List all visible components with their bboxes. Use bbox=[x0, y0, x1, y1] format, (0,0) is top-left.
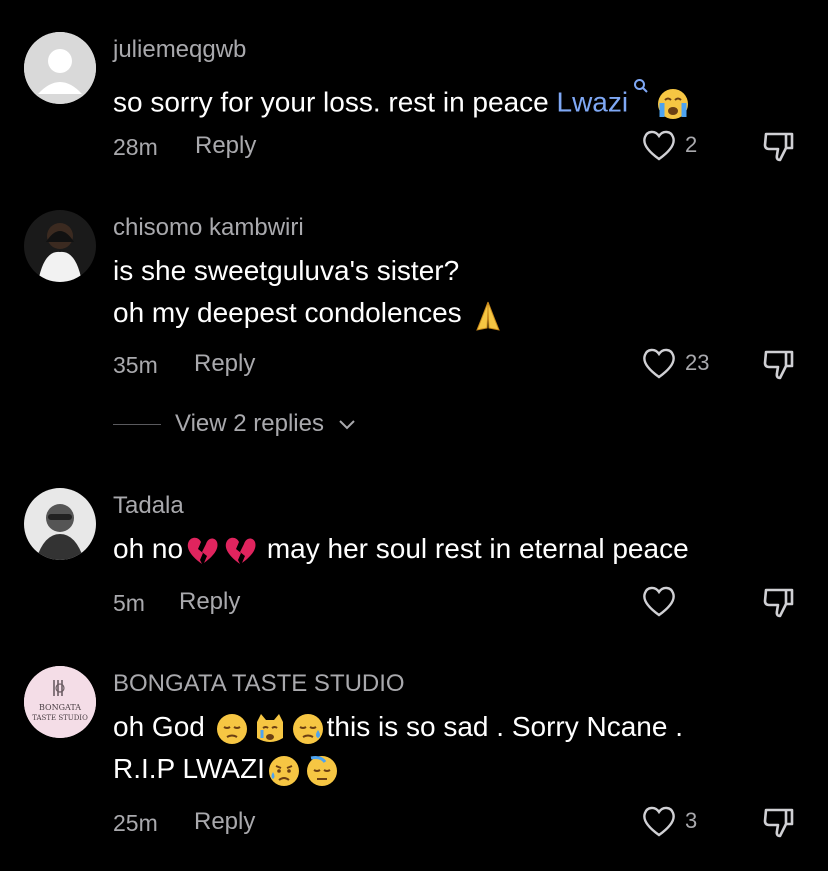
dislike-button[interactable] bbox=[762, 128, 798, 164]
reply-button[interactable]: Reply bbox=[194, 808, 255, 836]
view-replies-label: View 2 replies bbox=[175, 410, 324, 437]
dislike-button[interactable] bbox=[762, 804, 798, 840]
username[interactable]: chisomo kambwiri bbox=[113, 214, 304, 242]
broken-heart-emoji bbox=[185, 534, 219, 568]
svg-text:TASTE STUDIO: TASTE STUDIO bbox=[32, 714, 88, 722]
username[interactable]: BONGATA TASTE STUDIO bbox=[113, 670, 405, 698]
svg-text:BONGATA: BONGATA bbox=[39, 703, 81, 712]
search-icon[interactable] bbox=[628, 79, 654, 105]
logo-avatar: BONGATA TASTE STUDIO bbox=[24, 666, 96, 738]
profile-photo bbox=[24, 488, 96, 560]
like-button[interactable] bbox=[641, 584, 677, 618]
crying-face-emoji bbox=[656, 87, 690, 121]
downcast-sweat-emoji bbox=[305, 754, 339, 788]
comment-text-part: R.I.P LWAZI bbox=[113, 753, 265, 784]
comment-text: oh God this is so sad . Sorry Ncane . R.… bbox=[113, 706, 683, 790]
crying-cat-emoji bbox=[253, 712, 287, 746]
heart-icon bbox=[643, 806, 675, 837]
default-avatar-icon bbox=[24, 32, 96, 104]
heart-icon bbox=[643, 130, 675, 161]
like-count: 3 bbox=[685, 808, 698, 833]
like-count: 23 bbox=[685, 350, 710, 375]
divider-line bbox=[113, 423, 161, 425]
pensive-face-emoji bbox=[215, 712, 249, 746]
comment-text-part: oh my deepest condolences bbox=[113, 297, 470, 328]
comment-text: so sorry for your loss. rest in peace Lw… bbox=[113, 74, 692, 123]
comment-text-part: this is so sad . Sorry Ncane . bbox=[326, 711, 683, 742]
comment-text: is she sweetguluva's sister? oh my deepe… bbox=[113, 250, 507, 334]
broken-heart-emoji bbox=[223, 534, 257, 568]
avatar[interactable] bbox=[24, 210, 96, 282]
comment-time: 28m bbox=[113, 134, 158, 160]
comment-text-part: oh God bbox=[113, 711, 213, 742]
heart-icon bbox=[643, 586, 675, 617]
comment-text: oh no may her soul rest in eternal peace bbox=[113, 528, 689, 570]
comment-text-part: may her soul rest in eternal peace bbox=[259, 533, 689, 564]
comment-time: 35m bbox=[113, 352, 158, 378]
dislike-icon bbox=[763, 808, 794, 838]
dislike-icon bbox=[763, 350, 794, 380]
comment-time: 25m bbox=[113, 810, 158, 836]
profile-photo bbox=[24, 210, 96, 282]
heart-icon bbox=[643, 348, 675, 379]
comment-text-line: is she sweetguluva's sister? bbox=[113, 255, 460, 286]
dislike-icon bbox=[763, 588, 794, 618]
reply-button[interactable]: Reply bbox=[179, 588, 240, 616]
username[interactable]: Tadala bbox=[113, 492, 184, 520]
username[interactable]: juliemeqgwb bbox=[113, 36, 246, 64]
disappointed-relieved-emoji bbox=[267, 754, 301, 788]
mention-link[interactable]: Lwazi bbox=[557, 86, 629, 117]
dislike-button[interactable] bbox=[762, 584, 798, 620]
view-replies-button[interactable]: View 2 replies bbox=[113, 410, 356, 438]
comment-text-line: oh God this is so sad . Sorry Ncane . bbox=[113, 706, 683, 748]
comment-text-part: so sorry for your loss. rest in peace bbox=[113, 86, 557, 118]
avatar[interactable]: BONGATA TASTE STUDIO bbox=[24, 666, 96, 738]
comment-time: 5m bbox=[113, 590, 145, 616]
avatar[interactable] bbox=[24, 488, 96, 560]
avatar[interactable] bbox=[24, 32, 96, 104]
chevron-down-icon bbox=[339, 420, 355, 430]
comment-text-line: R.I.P LWAZI bbox=[113, 748, 683, 790]
folded-hands-emoji bbox=[471, 298, 505, 332]
like-button[interactable]: 23 bbox=[641, 346, 709, 380]
like-button[interactable]: 2 bbox=[641, 128, 697, 162]
like-button[interactable]: 3 bbox=[641, 804, 697, 838]
dislike-icon bbox=[763, 132, 794, 162]
dislike-button[interactable] bbox=[762, 346, 798, 382]
reply-button[interactable]: Reply bbox=[195, 132, 256, 160]
like-count: 2 bbox=[685, 132, 698, 157]
sad-sweat-face-emoji bbox=[291, 712, 325, 746]
comment-text-part: oh no bbox=[113, 533, 184, 564]
comment-text-line: oh my deepest condolences bbox=[113, 292, 507, 334]
reply-button[interactable]: Reply bbox=[194, 350, 255, 378]
